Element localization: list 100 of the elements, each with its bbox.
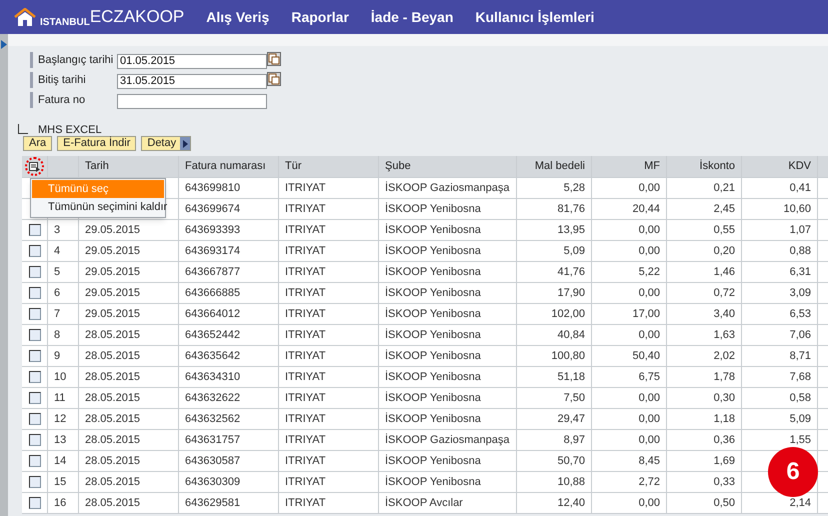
table-cell: 0,72 xyxy=(667,283,742,304)
button[interactable]: Detay xyxy=(141,136,192,151)
table-cell: 28.05.2015 xyxy=(79,409,179,430)
table-cell: 643699810 xyxy=(179,178,279,199)
table-cell: 15 xyxy=(48,472,79,493)
play-arrow-icon[interactable] xyxy=(180,137,190,150)
table-cell: İSKOOP Yenibosna xyxy=(379,451,517,472)
table-cell: 28.05.2015 xyxy=(79,325,179,346)
table-cell: 1,69 xyxy=(667,451,742,472)
table-cell: ITRIYAT xyxy=(279,367,379,388)
table-cell: 100,80 xyxy=(517,346,592,367)
table-cell: 28.05.2015 xyxy=(79,493,179,514)
select-menu-icon[interactable] xyxy=(25,157,44,176)
table-cell: 0,00 xyxy=(592,493,667,514)
expand-arrow-icon[interactable] xyxy=(1,40,7,49)
table-cell: 643693393 xyxy=(179,220,279,241)
table-cell: 5 xyxy=(48,262,79,283)
table-cell: ITRIYAT xyxy=(279,304,379,325)
table-cell: 16 xyxy=(48,493,79,514)
table-cell: ITRIYAT xyxy=(279,451,379,472)
table-cell: 7,68 xyxy=(742,367,818,388)
table-cell: 9 xyxy=(48,346,79,367)
table-cell: 13,95 xyxy=(517,220,592,241)
table-cell: 12,40 xyxy=(517,493,592,514)
calendar-icon[interactable] xyxy=(267,72,281,86)
table-cell: 1,07 xyxy=(742,220,818,241)
input-field[interactable] xyxy=(117,94,267,109)
table-cell: 28.05.2015 xyxy=(79,388,179,409)
nav-link[interactable]: Raporlar xyxy=(291,6,349,28)
table-cell: 6 xyxy=(48,283,79,304)
table-cell: 41,76 xyxy=(517,262,592,283)
table-cell: 643699674 xyxy=(179,199,279,220)
table-cell: 3 xyxy=(48,220,79,241)
table-cell: 0,88 xyxy=(742,241,818,262)
column-header: KDV xyxy=(742,156,818,178)
table-cell: 20,44 xyxy=(592,199,667,220)
table-cell: 4 xyxy=(48,241,79,262)
table-cell xyxy=(818,409,828,430)
nav-link[interactable]: İade - Beyan xyxy=(370,6,454,28)
calendar-icon[interactable] xyxy=(267,52,281,66)
table-cell: 0,55 xyxy=(667,220,742,241)
checkbox[interactable] xyxy=(28,392,40,404)
checkbox[interactable] xyxy=(28,434,40,446)
checkbox[interactable] xyxy=(18,124,28,134)
checkbox[interactable] xyxy=(28,476,40,488)
table-cell: 81,76 xyxy=(517,199,592,220)
table-cell: 17,90 xyxy=(517,283,592,304)
table-cell: 643630309 xyxy=(179,472,279,493)
table-cell: 0,41 xyxy=(742,178,818,199)
table-cell: 0,00 xyxy=(592,178,667,199)
column-header: Şube xyxy=(379,156,517,178)
checkbox[interactable] xyxy=(28,455,40,467)
checkbox[interactable] xyxy=(28,266,40,278)
table-cell xyxy=(818,241,828,262)
table-cell: 1,63 xyxy=(667,325,742,346)
checkbox[interactable] xyxy=(28,413,40,425)
table-cell xyxy=(818,388,828,409)
table-cell: 28.05.2015 xyxy=(79,430,179,451)
nav-link[interactable]: Kullanıcı İşlemleri xyxy=(475,6,594,28)
table-cell xyxy=(818,199,828,220)
table-cell: 0,36 xyxy=(667,430,742,451)
table-cell: 12 xyxy=(48,409,79,430)
table-cell xyxy=(818,283,828,304)
table-cell: ITRIYAT xyxy=(279,199,379,220)
table-cell: 29.05.2015 xyxy=(79,241,179,262)
table-cell: İSKOOP Yenibosna xyxy=(379,241,517,262)
table-cell: 10,60 xyxy=(742,199,818,220)
button[interactable]: E-Fatura İndir xyxy=(57,136,136,151)
table-cell: İSKOOP Yenibosna xyxy=(379,388,517,409)
table-cell: 643630587 xyxy=(179,451,279,472)
table-cell: 643652442 xyxy=(179,325,279,346)
checkbox[interactable] xyxy=(28,224,40,236)
table-cell: 29,47 xyxy=(517,409,592,430)
checkbox[interactable] xyxy=(28,287,40,299)
table-cell xyxy=(818,178,828,199)
input-field[interactable]: 31.05.2015 xyxy=(117,74,267,89)
table-cell xyxy=(818,346,828,367)
table-cell: 29.05.2015 xyxy=(79,304,179,325)
checkbox[interactable] xyxy=(28,329,40,341)
table-cell: 0,33 xyxy=(667,472,742,493)
table-cell: ITRIYAT xyxy=(279,409,379,430)
table-cell: 17,00 xyxy=(592,304,667,325)
table-cell: ITRIYAT xyxy=(279,430,379,451)
table-cell: 8,97 xyxy=(517,430,592,451)
table-cell: 29.05.2015 xyxy=(79,262,179,283)
table-cell: 28.05.2015 xyxy=(79,367,179,388)
table-cell: 8 xyxy=(48,325,79,346)
nav-link[interactable]: Alış Veriş xyxy=(206,6,270,28)
button[interactable]: Ara xyxy=(23,136,52,151)
input-field[interactable]: 01.05.2015 xyxy=(117,54,267,69)
checkbox[interactable] xyxy=(28,497,40,509)
checkbox[interactable] xyxy=(28,245,40,257)
table-cell: 5,09 xyxy=(517,241,592,262)
checkbox[interactable] xyxy=(28,371,40,383)
table-cell: İSKOOP Yenibosna xyxy=(379,304,517,325)
table-cell xyxy=(818,304,828,325)
table-cell: İSKOOP Yenibosna xyxy=(379,346,517,367)
checkbox[interactable] xyxy=(28,350,40,362)
checkbox[interactable] xyxy=(28,308,40,320)
table-cell: 643667877 xyxy=(179,262,279,283)
